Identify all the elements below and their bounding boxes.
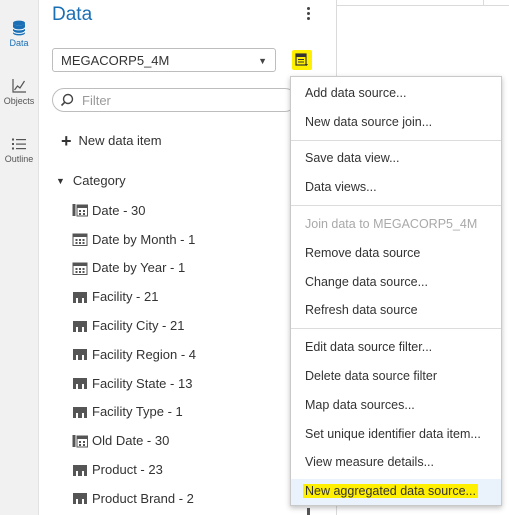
list-item-label: Old Date - 30: [92, 433, 170, 449]
list-item[interactable]: Facility - 21: [72, 282, 196, 311]
category-icon: [73, 320, 87, 332]
data-source-menu-icon: [295, 53, 308, 66]
menu-item-delete-data-source-filter[interactable]: Delete data source filter: [305, 369, 437, 383]
rail-item-label: Outline: [4, 154, 34, 164]
category-icon: [73, 464, 87, 476]
menu-item-view-measure-details[interactable]: View measure details...: [305, 455, 434, 469]
menu-divider: [291, 140, 501, 141]
date-hierarchy-icon: [72, 204, 88, 217]
scrollbar[interactable]: [307, 508, 310, 515]
data-source-select[interactable]: MEGACORP5_4M ▼: [52, 48, 276, 72]
list-item[interactable]: Product Brand - 2: [72, 484, 196, 513]
category-icon: [73, 349, 87, 361]
list-item[interactable]: Old Date - 30: [72, 426, 196, 455]
rail-item-label: Data: [9, 38, 29, 48]
date-hierarchy-icon: [72, 434, 88, 448]
data-source-menu-button[interactable]: [292, 50, 312, 70]
menu-item-edit-data-source-filter[interactable]: Edit data source filter...: [305, 340, 432, 354]
menu-item-map-data-sources[interactable]: Map data sources...: [305, 398, 415, 412]
list-item-label: Facility State - 13: [92, 375, 193, 391]
menu-item-save-data-view[interactable]: Save data view...: [305, 151, 400, 165]
category-group-header[interactable]: ▼ Category: [56, 173, 126, 188]
list-item-label: Facility City - 21: [92, 318, 185, 334]
list-item[interactable]: Facility State - 13: [72, 369, 196, 398]
calendar-icon: [72, 233, 88, 247]
list-item[interactable]: Product - 23: [72, 455, 196, 484]
rail-item-outline[interactable]: Outline: [0, 136, 38, 164]
list-item-label: Product - 23: [92, 462, 163, 478]
search-icon: [60, 93, 74, 107]
list-item[interactable]: Facility City - 21: [72, 311, 196, 340]
new-data-item-label: New data item: [78, 133, 162, 148]
data-item-list: Date - 30 Date by Month - 1 Date by Year…: [72, 196, 196, 513]
list-item-label: Date by Month - 1: [92, 231, 196, 247]
menu-item-data-views[interactable]: Data views...: [305, 180, 377, 194]
outline-list-icon: [12, 138, 26, 150]
menu-item-new-data-source-join[interactable]: New data source join...: [305, 115, 432, 129]
rail-item-label: Objects: [3, 96, 35, 106]
category-icon: [73, 378, 87, 390]
divider: [483, 0, 484, 6]
menu-item-add-data-source[interactable]: Add data source...: [305, 86, 406, 100]
menu-item-new-aggregated-data-source[interactable]: New aggregated data source...: [303, 484, 478, 498]
rail-item-data[interactable]: Data: [0, 20, 38, 48]
more-options-icon[interactable]: [301, 5, 315, 23]
collapse-triangle-icon: ▼: [56, 176, 65, 186]
left-nav-rail: Data Objects Outline: [0, 0, 39, 515]
menu-item-set-unique-identifier[interactable]: Set unique identifier data item...: [305, 427, 481, 441]
chevron-down-icon: ▼: [258, 56, 267, 66]
menu-divider: [291, 205, 501, 206]
data-source-context-menu: Add data source... New data source join.…: [290, 76, 502, 506]
list-item-label: Date by Year - 1: [92, 260, 186, 276]
list-item-label: Product Brand - 2: [92, 490, 194, 506]
list-item[interactable]: Date by Month - 1: [72, 225, 196, 254]
menu-item-join-data: Join data to MEGACORP5_4M: [305, 217, 478, 231]
menu-item-refresh-data-source[interactable]: Refresh data source: [305, 303, 418, 317]
new-data-item-button[interactable]: + New data item: [61, 131, 162, 152]
list-item-label: Facility Type - 1: [92, 404, 183, 420]
line-chart-icon: [12, 79, 26, 93]
filter-placeholder: Filter: [82, 93, 111, 108]
list-item[interactable]: Date - 30: [72, 196, 196, 225]
rail-item-objects[interactable]: Objects: [0, 78, 38, 106]
menu-item-remove-data-source[interactable]: Remove data source: [305, 246, 420, 260]
list-item-label: Facility Region - 4: [92, 346, 197, 362]
category-icon: [73, 291, 87, 303]
panel-title: Data: [52, 4, 93, 25]
calendar-icon: [72, 262, 88, 275]
list-item-label: Facility - 21: [92, 289, 159, 305]
database-icon: [12, 20, 26, 36]
list-item[interactable]: Date by Year - 1: [72, 254, 196, 283]
filter-input[interactable]: Filter: [52, 88, 297, 112]
menu-item-change-data-source[interactable]: Change data source...: [305, 275, 428, 289]
list-item-label: Date - 30: [92, 202, 146, 218]
menu-divider: [291, 328, 501, 329]
category-icon: [73, 406, 87, 418]
list-item[interactable]: Facility Region - 4: [72, 340, 196, 369]
plus-icon: +: [61, 131, 72, 151]
list-item[interactable]: Facility Type - 1: [72, 398, 196, 427]
category-icon: [73, 493, 87, 505]
data-source-value: MEGACORP5_4M: [61, 53, 170, 68]
category-label: Category: [72, 173, 126, 188]
